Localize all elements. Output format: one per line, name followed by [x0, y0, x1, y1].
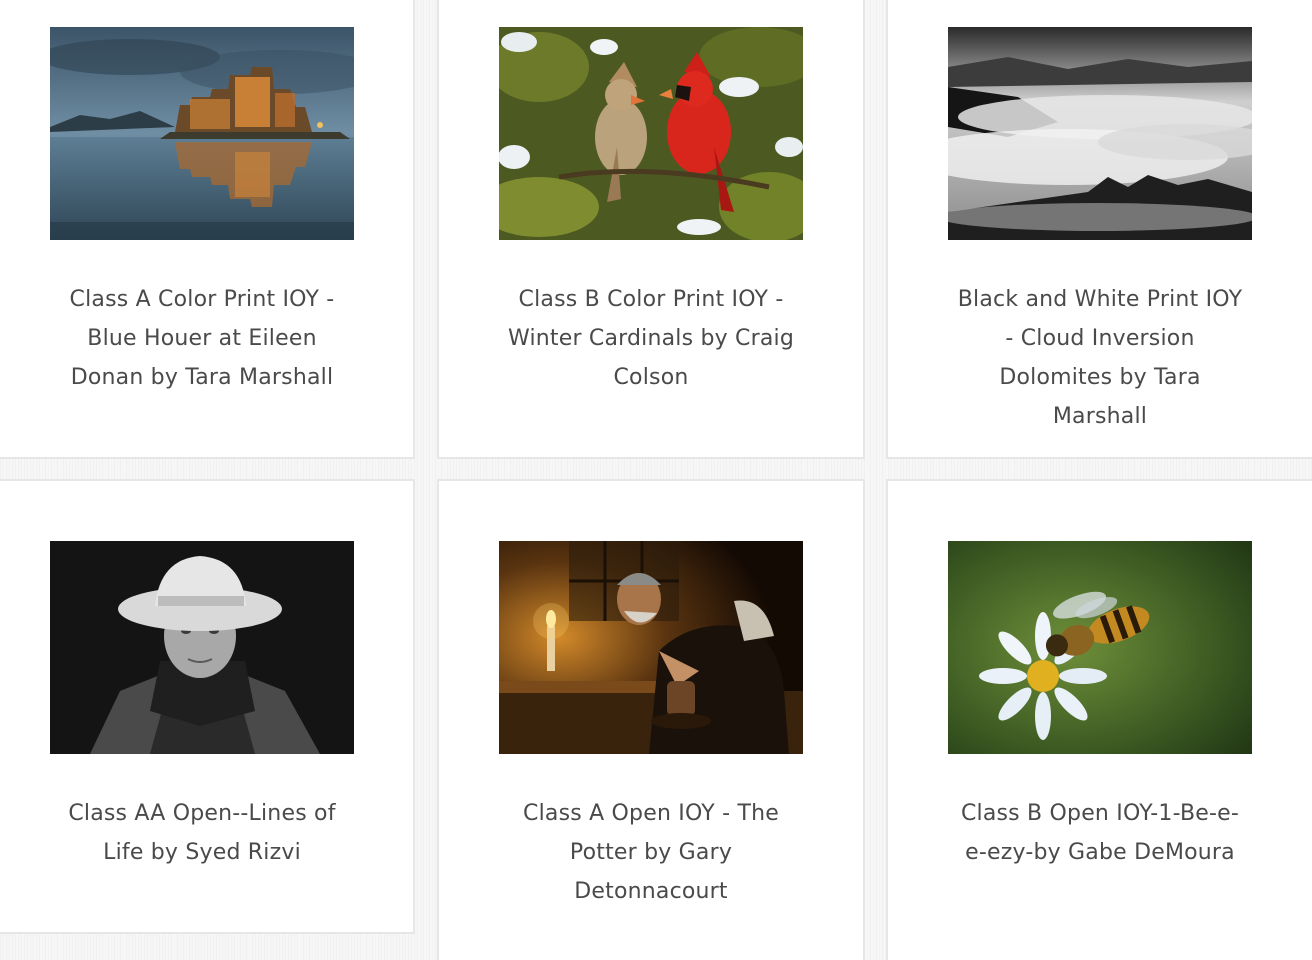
gallery-caption-4[interactable]: Class AA Open--Lines of Life by Syed Riz… [57, 794, 347, 872]
gallery-caption-5[interactable]: Class A Open IOY - The Potter by Gary De… [506, 794, 796, 911]
gallery-caption-1[interactable]: Class A Color Print IOY - Blue Houer at … [57, 280, 347, 397]
gallery-caption-2[interactable]: Class B Color Print IOY - Winter Cardina… [506, 280, 796, 397]
photo-bee-on-daisy[interactable] [948, 541, 1252, 754]
photo-cloud-inversion[interactable] [948, 27, 1252, 240]
photo-castle-blue-hour[interactable] [50, 27, 354, 240]
gallery-caption-3[interactable]: Black and White Print IOY - Cloud Invers… [955, 280, 1245, 436]
gallery-caption-6[interactable]: Class B Open IOY-1-Be-e-e-ezy-by Gabe De… [955, 794, 1245, 872]
photo-winter-cardinals[interactable] [499, 27, 803, 240]
photo-lines-of-life-portrait[interactable] [50, 541, 354, 754]
photo-the-potter[interactable] [499, 541, 803, 754]
